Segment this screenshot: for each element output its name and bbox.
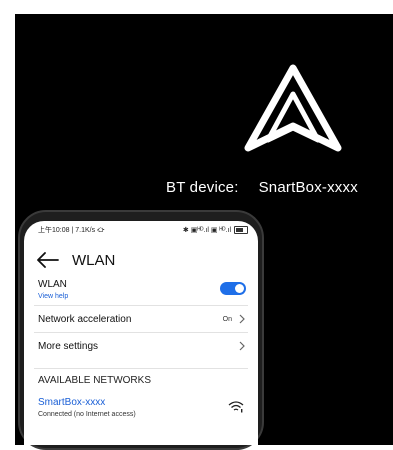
wlan-toggle[interactable] (220, 282, 246, 295)
bt-device-key: BT device: (166, 179, 239, 196)
chevron-right-icon (239, 314, 245, 324)
phone-screen: 上午10:08 | 7.1K/s ⛮ ✱ ▣ᴴᴰ.ıl ▣ ᴴᴰ.ıl WLAN… (24, 221, 258, 445)
back-arrow-icon[interactable] (36, 251, 60, 269)
bt-device-value: SnartBox-xxxx (258, 179, 358, 196)
wlan-label: WLAN (38, 279, 67, 290)
wlan-title-bar: WLAN (24, 245, 258, 275)
network-acceleration-label: Network acceleration (38, 313, 132, 325)
wifi-icon (228, 401, 244, 413)
network-acceleration-row[interactable]: Network acceleration On (24, 306, 258, 332)
smartbox-logo-icon (244, 64, 342, 152)
page-title: WLAN (72, 251, 116, 269)
status-icons: ✱ ▣ᴴᴰ.ıl ▣ ᴴᴰ.ıl (183, 226, 248, 234)
wlan-toggle-row[interactable]: WLAN View help (24, 275, 258, 305)
status-left: 上午10:08 | 7.1K/s ⛮ (38, 227, 105, 234)
more-settings-label: More settings (38, 340, 99, 352)
network-status: Connected (no Internet access) (38, 411, 136, 418)
view-help-link[interactable]: View help (38, 293, 68, 300)
network-name: SmartBox-xxxx (38, 397, 106, 408)
more-settings-row[interactable]: More settings (24, 333, 258, 359)
status-bar: 上午10:08 | 7.1K/s ⛮ ✱ ▣ᴴᴰ.ıl ▣ ᴴᴰ.ıl (24, 221, 258, 239)
available-networks-header: AVAILABLE NETWORKS (38, 374, 151, 386)
bt-device-label: BT device: SnartBox-xxxx (166, 179, 393, 196)
network-acceleration-value: On (222, 315, 232, 323)
bluetooth-icon: ✱ ▣ᴴᴰ.ıl ▣ ᴴᴰ.ıl (182, 227, 231, 234)
chevron-right-icon (239, 341, 245, 351)
battery-icon (234, 226, 248, 234)
network-list-item[interactable]: SmartBox-xxxx Connected (no Internet acc… (24, 391, 258, 425)
